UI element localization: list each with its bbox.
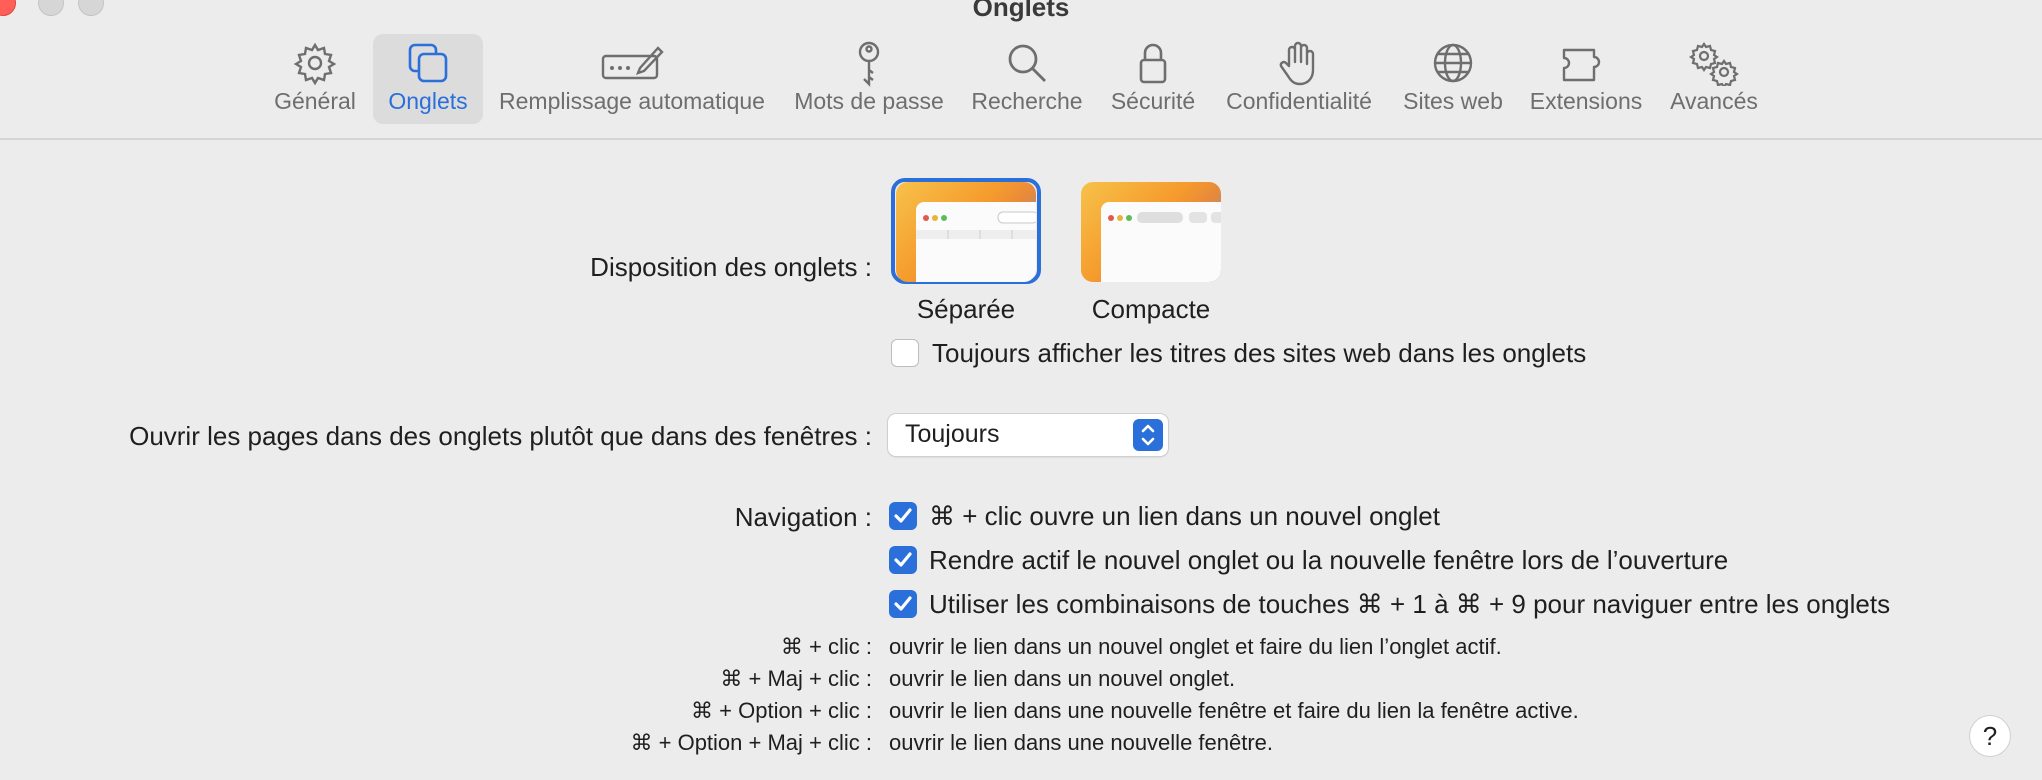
tab-autofill[interactable]: Remplissage automatique (494, 34, 770, 124)
open-pages-label: Ouvrir les pages dans des onglets plutôt… (129, 421, 872, 451)
autofill-pen-icon (601, 46, 664, 80)
checkmark-icon (894, 508, 912, 523)
preference-tabs: Général Onglets Remplissage automatique … (0, 34, 2042, 124)
hand-icon (1279, 41, 1315, 86)
tab-extensions[interactable]: Extensions (1525, 34, 1647, 124)
hint-description: ouvrir le lien dans une nouvelle fenêtre… (889, 698, 1579, 723)
hint-keys: ⌘ + Maj + clic : (720, 666, 872, 691)
open-pages-select[interactable]: Toujours (888, 414, 1168, 456)
tab-general[interactable]: Général (270, 34, 360, 124)
hint-description: ouvrir le lien dans un nouvel onglet. (889, 666, 1236, 691)
tab-label: Onglets (388, 88, 468, 114)
tab-advanced[interactable]: Avancés (1664, 34, 1764, 124)
gear-icon (293, 42, 337, 86)
layout-option-compacte[interactable] (1081, 182, 1221, 282)
tab-security[interactable]: Sécurité (1105, 34, 1201, 124)
hint-description: ouvrir le lien dans une nouvelle fenêtre… (889, 730, 1274, 755)
checkmark-icon (894, 596, 912, 611)
tab-label: Recherche (971, 88, 1083, 114)
cmd-click-checkbox[interactable] (889, 502, 917, 530)
help-button[interactable]: ? (1970, 716, 2010, 756)
tab-passwords[interactable]: Mots de passe (788, 34, 950, 124)
browser-preview (1101, 202, 1221, 282)
always-show-titles-checkbox[interactable] (891, 339, 919, 367)
tab-label: Général (274, 88, 356, 114)
cmd-number-checkbox[interactable] (889, 590, 917, 618)
tab-privacy[interactable]: Confidentialité (1218, 34, 1380, 124)
tab-layout-label: Disposition des onglets : (590, 252, 872, 282)
hint-description: ouvrir le lien dans un nouvel onglet et … (889, 634, 1502, 659)
tab-label: Extensions (1529, 88, 1643, 114)
hint-keys: ⌘ + Option + clic : (691, 698, 872, 723)
hint-keys: ⌘ + clic : (780, 634, 872, 659)
tab-label: Mots de passe (794, 88, 944, 114)
globe-icon (1433, 43, 1473, 83)
layout-caption-compacte: Compacte (1091, 294, 1211, 324)
tab-label: Confidentialité (1226, 88, 1372, 114)
checkmark-icon (894, 552, 912, 567)
chevron-up-down-icon (1141, 424, 1155, 446)
open-pages-value: Toujours (905, 420, 1000, 448)
cmd-click-label: ⌘ + clic ouvre un lien dans un nouvel on… (929, 501, 1440, 531)
layout-option-separee[interactable] (896, 182, 1036, 282)
window-title: Onglets (972, 0, 1070, 22)
tab-label: Sécurité (1110, 88, 1196, 114)
tab-label: Avancés (1670, 88, 1758, 114)
tab-label: Remplissage automatique (499, 88, 765, 114)
gears-icon (1689, 42, 1739, 86)
navigation-label: Navigation : (734, 502, 872, 532)
preferences-toolbar: Onglets Général Onglets Remplissage auto… (0, 0, 2042, 140)
make-active-checkbox[interactable] (889, 546, 917, 574)
always-show-titles-label: Toujours afficher les titres des sites w… (932, 338, 1587, 368)
cmd-number-label: Utiliser les combinaisons de touches ⌘ +… (929, 589, 1891, 619)
tab-label: Sites web (1403, 88, 1503, 114)
make-active-label: Rendre actif le nouvel onglet ou la nouv… (929, 545, 1729, 575)
browser-preview (916, 202, 1036, 282)
select-stepper (1133, 419, 1163, 451)
hint-keys: ⌘ + Option + Maj + clic : (630, 730, 872, 755)
magnifier-icon (1008, 44, 1046, 82)
tab-websites[interactable]: Sites web (1397, 34, 1509, 124)
tab-onglets[interactable]: Onglets (373, 34, 483, 124)
key-icon (858, 41, 880, 87)
tabs-icon (408, 43, 448, 83)
layout-caption-separee: Séparée (916, 294, 1016, 324)
puzzle-icon (1562, 48, 1601, 82)
lock-icon (1139, 43, 1167, 84)
tab-search[interactable]: Recherche (968, 34, 1086, 124)
